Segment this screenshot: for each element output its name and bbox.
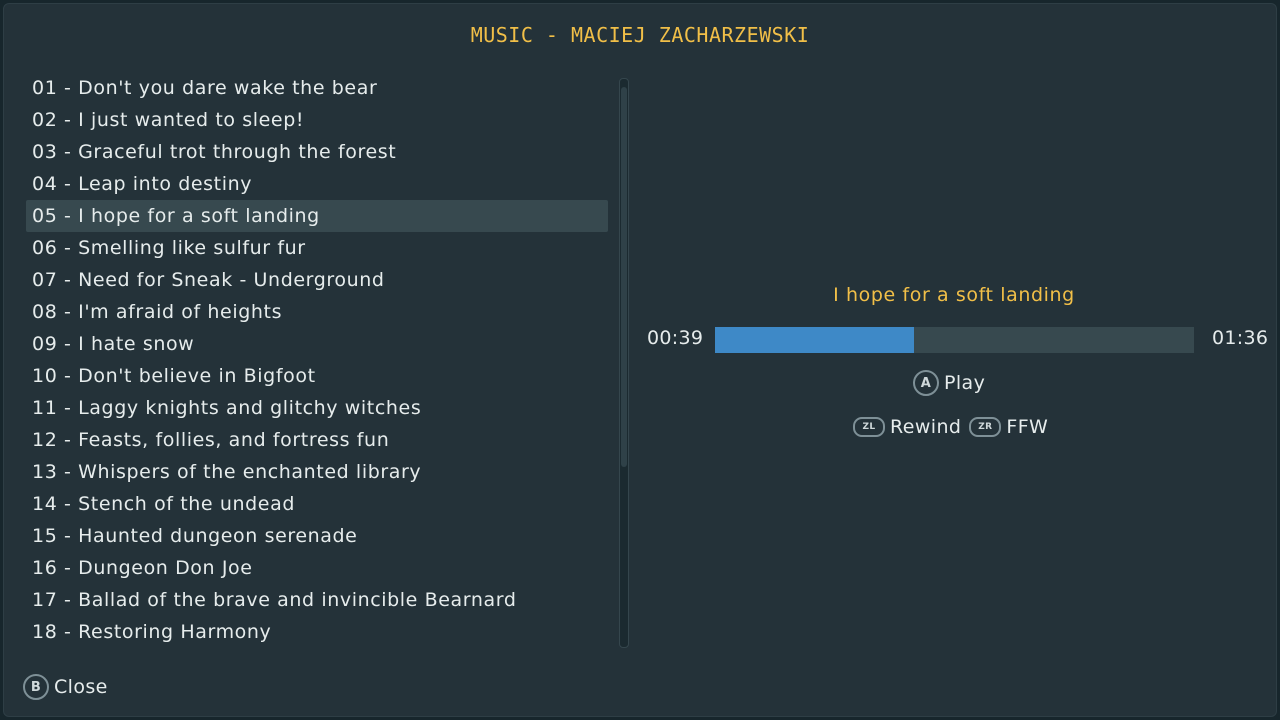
play-label: Play: [944, 372, 986, 394]
track-item[interactable]: 12 - Feasts, follies, and fortress fun: [26, 424, 608, 456]
b-button-icon: B: [23, 674, 49, 700]
track-item[interactable]: 17 - Ballad of the brave and invincible …: [26, 584, 608, 616]
track-item[interactable]: 10 - Don't believe in Bigfoot: [26, 360, 608, 392]
track-item[interactable]: 01 - Don't you dare wake the bear: [26, 72, 608, 104]
play-control[interactable]: A Play: [913, 370, 985, 396]
track-list-scrollbar[interactable]: [619, 78, 629, 648]
seek-controls: ZL Rewind ZR FFW: [853, 416, 1048, 438]
track-item[interactable]: 08 - I'm afraid of heights: [26, 296, 608, 328]
now-playing-title: I hope for a soft landing: [833, 284, 1075, 306]
track-item[interactable]: 13 - Whispers of the enchanted library: [26, 456, 608, 488]
track-item[interactable]: 03 - Graceful trot through the forest: [26, 136, 608, 168]
track-item[interactable]: 16 - Dungeon Don Joe: [26, 552, 608, 584]
progress-bar[interactable]: [715, 327, 1194, 353]
dialog-title: MUSIC - MACIEJ ZACHARZEWSKI: [470, 23, 810, 47]
ffw-label[interactable]: FFW: [1006, 416, 1048, 438]
track-item[interactable]: 15 - Haunted dungeon serenade: [26, 520, 608, 552]
progress-fill: [715, 327, 914, 353]
track-item[interactable]: 07 - Need for Sneak - Underground: [26, 264, 608, 296]
track-item[interactable]: 11 - Laggy knights and glitchy witches: [26, 392, 608, 424]
track-item-selected[interactable]: 05 - I hope for a soft landing: [26, 200, 608, 232]
zr-button-icon[interactable]: ZR: [969, 417, 1002, 437]
elapsed-time: 00:39: [647, 327, 704, 349]
total-time: 01:36: [1212, 327, 1269, 349]
music-dialog: MUSIC - MACIEJ ZACHARZEWSKI 01 - Don't y…: [3, 3, 1277, 717]
track-item[interactable]: 02 - I just wanted to sleep!: [26, 104, 608, 136]
track-list: 01 - Don't you dare wake the bear 02 - I …: [26, 72, 608, 648]
track-item[interactable]: 04 - Leap into destiny: [26, 168, 608, 200]
scrollbar-thumb[interactable]: [621, 87, 627, 467]
zl-button-icon[interactable]: ZL: [853, 417, 885, 437]
close-control[interactable]: B Close: [23, 674, 108, 700]
track-item[interactable]: 09 - I hate snow: [26, 328, 608, 360]
close-label: Close: [54, 676, 108, 698]
track-item[interactable]: 18 - Restoring Harmony: [26, 616, 608, 648]
track-item[interactable]: 14 - Stench of the undead: [26, 488, 608, 520]
rewind-label[interactable]: Rewind: [890, 416, 961, 438]
track-item[interactable]: 06 - Smelling like sulfur fur: [26, 232, 608, 264]
a-button-icon: A: [913, 370, 939, 396]
